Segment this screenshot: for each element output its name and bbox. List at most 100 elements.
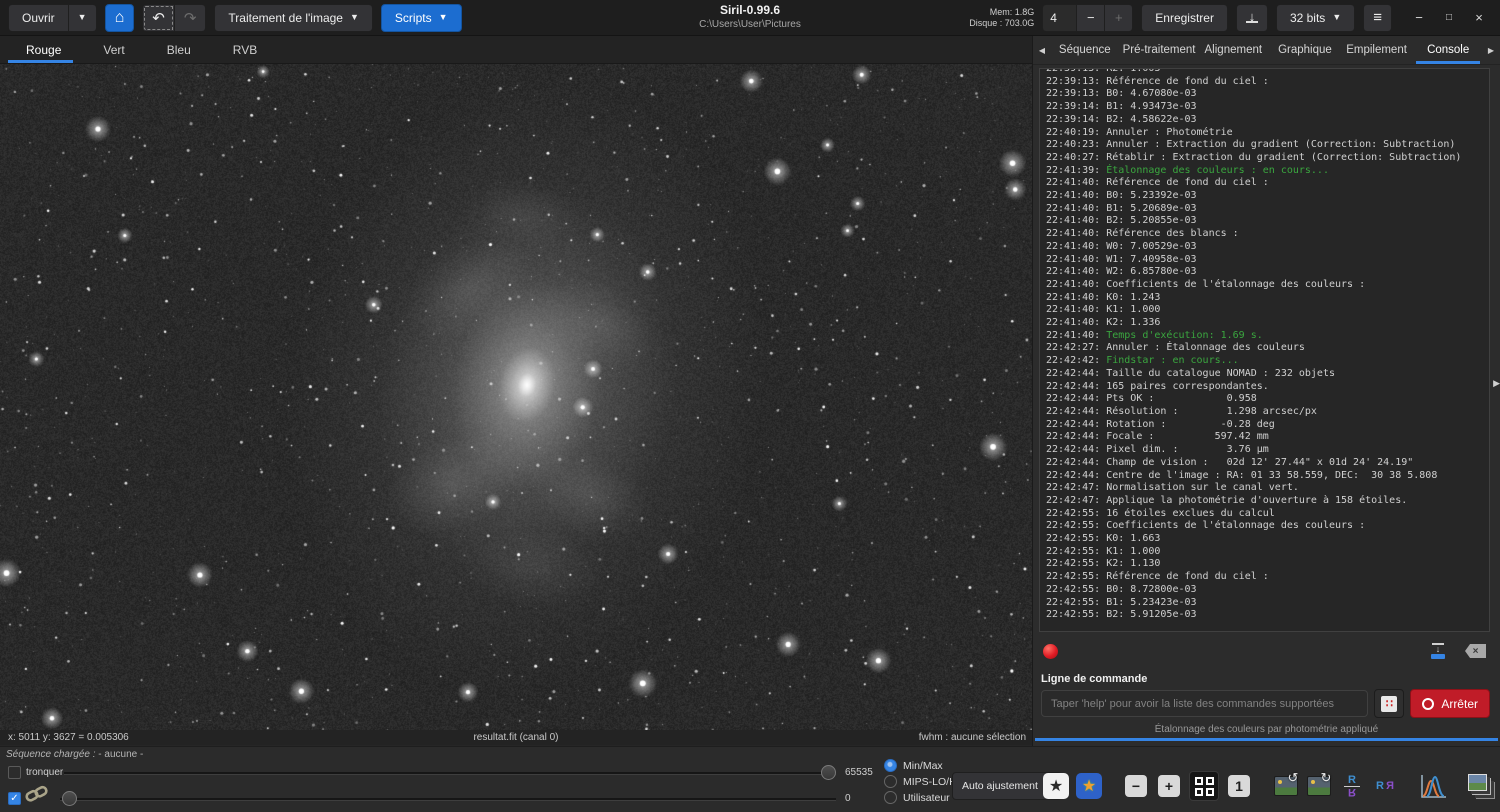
console-line: 22:41:40: K0: 1.243 [1046, 292, 1483, 305]
command-row: ∷ Arrêter [1041, 689, 1490, 718]
tab-graphique[interactable]: Graphique [1269, 36, 1341, 64]
command-line-label: Ligne de commande [1041, 673, 1147, 685]
tab-bleu[interactable]: Bleu [159, 36, 199, 63]
histogram-icon[interactable] [1419, 769, 1447, 803]
low-level-slider[interactable] [60, 791, 836, 806]
tab-pretraitement[interactable]: Pré-traitement [1121, 36, 1198, 64]
console-line: 22:39:13: R2: 1.003 [1046, 68, 1483, 76]
tab-vert[interactable]: Vert [95, 36, 132, 63]
mode-minmax-radio[interactable]: Min/Max [884, 759, 943, 772]
command-input[interactable] [1041, 690, 1368, 717]
console-line: 22:42:55: B1: 5.23423e-03 [1046, 597, 1483, 610]
rotate-right-icon[interactable]: ↻ [1306, 769, 1332, 803]
open-dropdown-button[interactable]: ▼ [69, 4, 97, 32]
commands-list-icon: ∷ [1381, 696, 1397, 712]
console-line: 22:42:44: Pixel dim. : 3.76 µm [1046, 444, 1483, 457]
console-actions: ↓ × [1043, 637, 1486, 665]
console-line: 22:39:14: B2: 4.58622e-03 [1046, 114, 1483, 127]
console-line: 22:42:27: Annuler : Étalonnage des coule… [1046, 342, 1483, 355]
low-level-value: 0 [845, 793, 851, 804]
console-line: 22:42:55: B2: 5.91205e-03 [1046, 609, 1483, 622]
mode-utilisateur-radio[interactable]: Utilisateur [884, 791, 950, 804]
tabs-scroll-left-icon[interactable]: ◀ [1035, 36, 1049, 64]
redo-button[interactable]: ↷ [175, 4, 207, 32]
link-channels-checkbox[interactable]: ✓ [8, 792, 21, 805]
image-processing-label: Traitement de l'image [228, 11, 343, 25]
console-line: 22:41:39: Étalonnage des couleurs : en c… [1046, 165, 1483, 178]
channel-tabs: Rouge Vert Bleu RVB [0, 36, 1032, 64]
flip-vertical-icon[interactable]: RR [1339, 769, 1365, 803]
minimize-button[interactable]: − [1406, 5, 1432, 31]
main-menu-button[interactable]: ≡ [1363, 4, 1392, 32]
tab-sequence[interactable]: Séquence [1049, 36, 1121, 64]
console-line: 22:41:40: Coefficients de l'étalonnage d… [1046, 279, 1483, 292]
tab-empilement[interactable]: Empilement [1341, 36, 1413, 64]
tabs-scroll-right-icon[interactable]: ▶ [1484, 36, 1498, 64]
false-color-icon[interactable]: ★ [1076, 769, 1102, 803]
high-level-value: 65535 [845, 767, 873, 778]
mode-mipslohi-radio[interactable]: MIPS-LO/HI [884, 775, 960, 788]
negative-view-icon[interactable]: ★ [1043, 769, 1069, 803]
panel-collapse-icon[interactable]: ▶ [1493, 378, 1500, 389]
tab-alignement[interactable]: Alignement [1197, 36, 1269, 64]
truncate-label: tronquer [26, 767, 63, 778]
home-button[interactable]: ⌂ [105, 4, 135, 32]
image-canvas[interactable] [0, 64, 1032, 730]
sequence-label: Séquence chargée : [6, 749, 96, 760]
console-line: 22:41:40: Temps d'exécution: 1.69 s. [1046, 330, 1483, 343]
zoom-one-to-one-icon[interactable]: 1 [1226, 769, 1252, 803]
bit-depth-select[interactable]: 32 bits ▼ [1276, 4, 1355, 32]
stop-button[interactable]: Arrêter [1410, 689, 1490, 718]
zoom-increment-button[interactable]: + [1104, 5, 1132, 31]
console-line: 22:41:40: B0: 5.23392e-03 [1046, 190, 1483, 203]
sequence-status: Séquence chargée : - aucune - [6, 749, 143, 760]
fwhm-readout: fwhm : aucune sélection [919, 732, 1026, 743]
zoom-in-icon[interactable]: + [1156, 769, 1182, 803]
close-button[interactable]: × [1466, 5, 1492, 31]
console-line: 22:42:55: Référence de fond du ciel : [1046, 571, 1483, 584]
scripts-menu-button[interactable]: Scripts ▼ [381, 4, 462, 32]
tab-console[interactable]: Console [1412, 36, 1484, 64]
chevron-down-icon: ▼ [439, 13, 448, 22]
save-as-icon: ↓ [1246, 12, 1258, 23]
console-line: 22:41:40: B2: 5.20855e-03 [1046, 215, 1483, 228]
low-slider-handle[interactable] [62, 791, 77, 806]
flip-horizontal-icon[interactable]: RR [1372, 769, 1398, 803]
image-stack-icon[interactable] [1468, 769, 1494, 803]
bit-depth-label: 32 bits [1290, 11, 1325, 25]
console-line: 22:42:47: Normalisation sur le canal ver… [1046, 482, 1483, 495]
tab-rvb[interactable]: RVB [225, 36, 265, 63]
fit-to-window-icon[interactable] [1189, 769, 1219, 803]
save-as-button[interactable]: ↓ [1236, 4, 1268, 32]
memory-info: Mem: 1.8G [969, 7, 1034, 18]
right-panel: ◀ Séquence Pré-traitement Alignement Gra… [1032, 36, 1500, 746]
undo-button[interactable]: ↶ [142, 4, 175, 32]
clear-console-icon[interactable]: × [1465, 644, 1486, 658]
commands-list-button[interactable]: ∷ [1374, 689, 1404, 718]
sequence-value: - aucune - [96, 749, 144, 760]
zoom-out-icon[interactable]: − [1123, 769, 1149, 803]
undo-icon: ↶ [152, 9, 165, 27]
chevron-down-icon: ▼ [1332, 13, 1341, 22]
console-line: 22:42:47: Applique la photométrie d'ouve… [1046, 495, 1483, 508]
display-toolbar: ★★−+1↺↻RRRR [1043, 767, 1496, 805]
tab-rouge[interactable]: Rouge [18, 36, 69, 63]
record-log-button[interactable] [1043, 644, 1058, 659]
rotate-left-icon[interactable]: ↺ [1273, 769, 1299, 803]
app-title: Siril-0.99.6 [580, 3, 920, 18]
zoom-level-input[interactable]: 4 [1043, 5, 1076, 31]
console-log[interactable]: 22:39:13: R2: 1.00322:39:13: Référence d… [1039, 68, 1490, 632]
high-level-slider[interactable] [64, 765, 836, 780]
restore-button[interactable]: □ [1436, 5, 1462, 31]
high-slider-handle[interactable] [821, 765, 836, 780]
scripts-label: Scripts [395, 11, 432, 25]
hamburger-icon: ≡ [1373, 9, 1382, 26]
image-processing-menu-button[interactable]: Traitement de l'image ▼ [214, 4, 372, 32]
export-log-icon[interactable]: ↓ [1429, 643, 1447, 659]
save-button[interactable]: Enregistrer [1141, 4, 1228, 32]
mode-minmax-label: Min/Max [903, 760, 943, 772]
open-button[interactable]: Ouvrir [8, 4, 69, 32]
zoom-decrement-button[interactable]: − [1076, 5, 1104, 31]
truncate-checkbox[interactable] [8, 766, 21, 779]
home-icon: ⌂ [115, 9, 125, 27]
